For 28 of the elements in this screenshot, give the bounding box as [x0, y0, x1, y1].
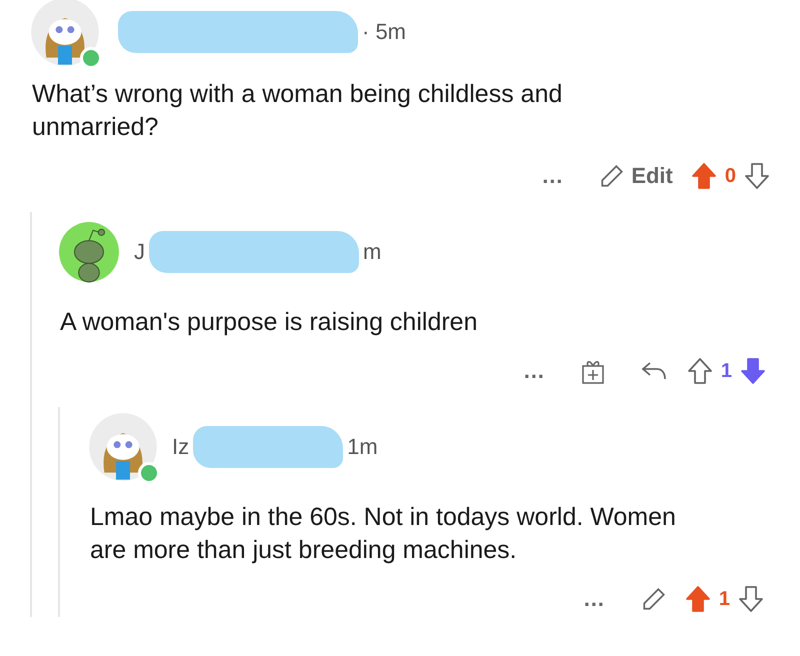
- upvote-arrow-icon[interactable]: [686, 357, 713, 385]
- pencil-icon: [640, 586, 667, 612]
- more-options-button[interactable]: …: [504, 358, 563, 384]
- vote-score: 1: [720, 360, 732, 382]
- username-text: J: [134, 239, 145, 265]
- downvote-arrow-icon[interactable]: [744, 162, 770, 190]
- timestamp-text: m: [363, 239, 382, 265]
- gift-plus-icon: [580, 358, 605, 384]
- reply-icon: [640, 360, 669, 382]
- more-options-button[interactable]: …: [564, 586, 623, 612]
- vote-score: 0: [724, 164, 736, 188]
- upvote-arrow-icon[interactable]: [690, 162, 717, 190]
- edit-button[interactable]: Edit: [581, 163, 691, 189]
- username-text: Iz: [172, 434, 190, 460]
- avatar-icon: [30, 0, 100, 67]
- timestamp-text: 1m: [347, 434, 378, 460]
- avatar-icon: [58, 221, 120, 283]
- timestamp-text: · 5m: [362, 19, 406, 45]
- comment-text: A woman's purpose is raising children: [60, 307, 478, 338]
- more-options-button[interactable]: …: [523, 163, 582, 189]
- comment-text: What’s wrong with a woman being childless and unmarried?: [32, 79, 564, 143]
- avatar-icon: [88, 412, 158, 482]
- vote-score: 1: [718, 588, 730, 610]
- upvote-arrow-icon[interactable]: [684, 585, 711, 613]
- downvote-arrow-icon[interactable]: [740, 357, 766, 385]
- comment-text: Lmao maybe in the 60s. Not in todays world. Women are more than just breeding machines.: [90, 502, 677, 566]
- downvote-arrow-icon[interactable]: [738, 585, 764, 613]
- pencil-icon: [599, 163, 626, 189]
